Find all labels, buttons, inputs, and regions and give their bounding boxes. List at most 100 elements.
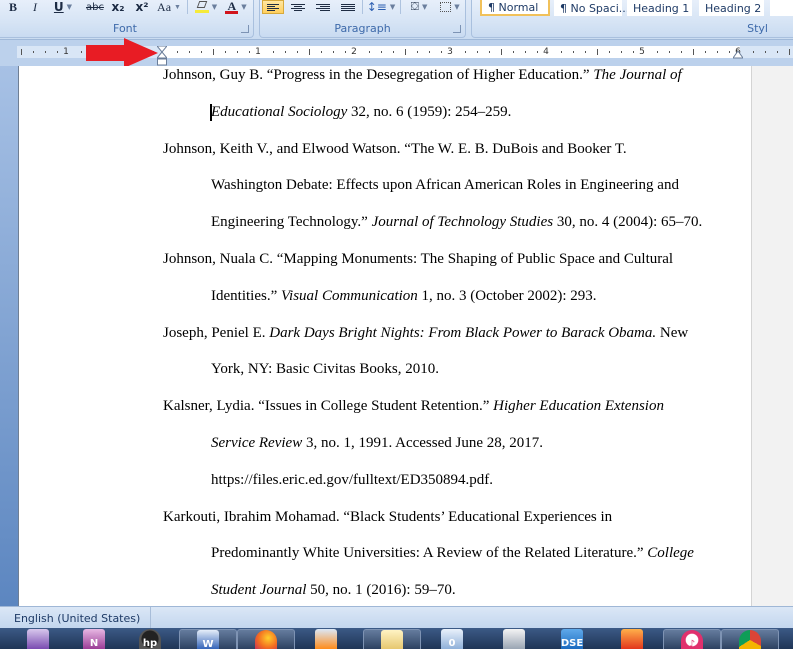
text-cursor — [210, 104, 212, 121]
chevron-down-icon[interactable]: ▼ — [67, 3, 72, 11]
italic-title: Higher Education Extension — [493, 398, 664, 414]
right-indent-marker[interactable] — [733, 51, 743, 59]
citation-text: Joseph, Peniel E. — [163, 325, 270, 341]
font-color-icon: A — [225, 0, 239, 14]
underline-button[interactable]: U ▼ — [49, 0, 77, 14]
ruler-tick — [525, 51, 526, 53]
hanging-indent-marker[interactable] — [157, 46, 167, 66]
taskbar-item[interactable] — [721, 629, 779, 649]
ruler-tick — [189, 51, 190, 53]
taskbar-item[interactable] — [297, 629, 355, 649]
taskbar-item[interactable]: N — [65, 629, 123, 649]
bibliography-entry[interactable]: Johnson, Keith V., and Elwood Watson. “T… — [163, 140, 627, 158]
italic-button[interactable]: I — [27, 0, 43, 14]
chrome-icon — [739, 630, 761, 649]
line-spacing-button[interactable]: ↕≡ ▼ — [366, 0, 396, 14]
align-left-button[interactable] — [262, 0, 284, 14]
ruler-tick — [333, 51, 334, 53]
citation-text: https://files.eric.ed.gov/fulltext/ED350… — [211, 472, 494, 488]
dice-app-icon — [503, 629, 525, 649]
ruler-tick — [777, 51, 778, 53]
align-center-button[interactable] — [287, 0, 309, 14]
font-color-button[interactable]: A ▼ — [221, 0, 251, 14]
bibliography-entry-continuation[interactable]: Engineering Technology.” Journal of Tech… — [211, 213, 702, 231]
ruler-tick — [21, 49, 22, 55]
chevron-down-icon[interactable]: ▼ — [241, 3, 246, 11]
ruler-tick — [597, 49, 598, 55]
taskbar-item[interactable] — [237, 629, 295, 649]
style-more[interactable] — [770, 0, 793, 16]
ruler-tick — [213, 49, 214, 55]
font-group: B I U ▼ abc x₂ x² Aa ▼ ▼ A ▼ Font — [0, 0, 254, 38]
shading-button[interactable]: ⛋ ▼ — [404, 0, 434, 14]
citation-text: Identities.” — [211, 288, 281, 304]
onenote-icon: N — [83, 629, 105, 649]
ruler-tick — [273, 51, 274, 53]
chevron-down-icon[interactable]: ▼ — [174, 3, 181, 11]
bibliography-entry-continuation[interactable]: York, NY: Basic Civitas Books, 2010. — [211, 360, 439, 378]
word-icon: W — [197, 630, 219, 649]
ruler-tick — [765, 51, 766, 53]
ruler-number: 2 — [351, 47, 357, 57]
taskbar-item[interactable] — [363, 629, 421, 649]
ruler-tick — [573, 51, 574, 53]
taskbar-item[interactable] — [603, 629, 661, 649]
bibliography-entry[interactable]: Kalsner, Lydia. “Issues in College Stude… — [163, 397, 664, 415]
chevron-down-icon[interactable]: ▼ — [390, 3, 395, 11]
ruler-tick — [561, 51, 562, 53]
taskbar-item[interactable] — [9, 629, 67, 649]
taskbar-item[interactable]: hp — [121, 629, 179, 649]
bibliography-entry[interactable]: Johnson, Guy B. “Progress in the Desegre… — [163, 66, 682, 84]
subscript-button[interactable]: x₂ — [107, 0, 129, 14]
separator — [400, 0, 401, 14]
ribbon: B I U ▼ abc x₂ x² Aa ▼ ▼ A ▼ Font ↕≡ ▼ ⛋… — [0, 0, 793, 40]
taskbar-item[interactable]: 0 — [423, 629, 481, 649]
align-right-button[interactable] — [312, 0, 334, 14]
chevron-down-icon[interactable]: ▼ — [422, 3, 427, 11]
italic-title: Service Review — [211, 435, 303, 451]
bibliography-entry-continuation[interactable]: Service Review 3, no. 1, 1991. Accessed … — [211, 434, 543, 452]
ruler-tick — [369, 51, 370, 53]
chevron-down-icon[interactable]: ▼ — [454, 3, 459, 11]
styles-group: ¶ Normal ¶ No Spaci... Heading 1 Heading… — [471, 0, 793, 38]
bibliography-entry-continuation[interactable]: Educational Sociology 32, no. 6 (1959): … — [211, 103, 511, 121]
ruler-tick — [441, 51, 442, 53]
style-heading-2[interactable]: Heading 2 — [699, 0, 764, 16]
superscript-button[interactable]: x² — [131, 0, 153, 14]
ruler-tick — [309, 49, 310, 55]
change-case-label: Aa — [157, 0, 172, 14]
ruler-tick — [657, 51, 658, 53]
bibliography-entry-continuation[interactable]: Student Journal 50, no. 1 (2016): 59–70. — [211, 581, 456, 599]
bibliography-entry-continuation[interactable]: Identities.” Visual Communication 1, no.… — [211, 287, 597, 305]
ruler-tick — [789, 49, 790, 55]
taskbar-item[interactable]: ♪ — [663, 629, 721, 649]
strikethrough-button[interactable]: abc — [83, 0, 107, 14]
ruler-tick — [81, 51, 82, 53]
taskbar-item[interactable]: DSE — [543, 629, 601, 649]
taskbar-item[interactable] — [485, 629, 543, 649]
bibliography-entry-continuation[interactable]: https://files.eric.ed.gov/fulltext/ED350… — [211, 471, 493, 489]
font-dialog-launcher-icon[interactable] — [241, 25, 249, 33]
highlight-button[interactable]: ▼ — [189, 0, 223, 14]
chevron-down-icon[interactable]: ▼ — [212, 3, 217, 11]
bibliography-entry[interactable]: Joseph, Peniel E. Dark Days Bright Night… — [163, 324, 688, 342]
style-normal[interactable]: ¶ Normal — [480, 0, 550, 16]
style-no-spacing[interactable]: ¶ No Spaci... — [554, 0, 629, 16]
bibliography-entry[interactable]: Karkouti, Ibrahim Mohamad. “Black Studen… — [163, 508, 612, 526]
change-case-button[interactable]: Aa ▼ — [155, 0, 183, 14]
language-indicator[interactable]: English (United States) — [4, 607, 152, 629]
ruler-tick — [489, 51, 490, 53]
ruler-tick — [405, 49, 406, 55]
right-workspace-margin — [751, 66, 793, 606]
style-heading-1[interactable]: Heading 1 — [627, 0, 692, 16]
taskbar-item[interactable]: W — [179, 629, 237, 649]
bibliography-entry-continuation[interactable]: Washington Debate: Effects upon African … — [211, 176, 679, 194]
borders-button[interactable]: ▼ — [436, 0, 464, 14]
bibliography-entry-continuation[interactable]: Predominantly White Universities: A Revi… — [211, 544, 694, 562]
ruler-tick — [609, 51, 610, 53]
paragraph-dialog-launcher-icon[interactable] — [453, 25, 461, 33]
bold-button[interactable]: B — [5, 0, 21, 14]
bibliography-entry[interactable]: Johnson, Nuala C. “Mapping Monuments: Th… — [163, 250, 673, 268]
justify-button[interactable] — [337, 0, 359, 14]
window-app-icon: 0 — [441, 629, 463, 649]
